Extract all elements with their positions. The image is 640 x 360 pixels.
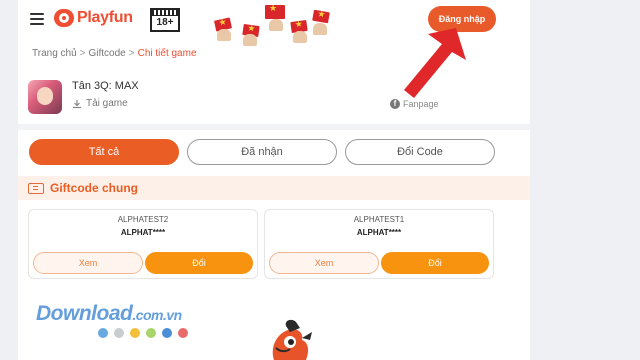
- giftcode-list: ALPHATEST2 ALPHAT**** Xem Đổi ALPHATEST1…: [28, 209, 494, 279]
- giftcode-tabs: Tất cả Đã nhận Đổi Code: [29, 139, 495, 165]
- watermark-dot: [146, 328, 156, 338]
- game-avatar: [28, 80, 62, 114]
- section-divider: [18, 124, 530, 130]
- download-label: Tải game: [86, 98, 128, 109]
- game-name: Tân 3Q: MAX: [72, 80, 139, 92]
- age-rating-text: 18+: [156, 17, 174, 28]
- menu-icon[interactable]: [30, 13, 44, 25]
- giftcode-card: ALPHATEST2 ALPHAT**** Xem Đổi: [28, 209, 258, 279]
- playfun-logo[interactable]: Playfun: [54, 9, 133, 27]
- logo-text: Playfun: [77, 9, 133, 26]
- giftcode-section-header: Giftcode chung: [18, 176, 530, 200]
- header-banner-flags: [213, 3, 333, 46]
- tab-received[interactable]: Đã nhận: [187, 139, 337, 165]
- breadcrumb-current: Chi tiết game: [137, 48, 197, 59]
- facebook-icon: f: [390, 99, 400, 109]
- playfun-logo-icon: [54, 9, 74, 27]
- redeem-button[interactable]: Đổi: [145, 252, 253, 274]
- giftcode-name: ALPHATEST1: [353, 215, 405, 224]
- download-game-link[interactable]: Tải game: [72, 98, 128, 109]
- giftcode-code: ALPHAT****: [356, 228, 402, 237]
- redeem-button[interactable]: Đổi: [381, 252, 489, 274]
- page: Playfun 18+ Đăng nhập Trang chủ>Giftcode…: [18, 0, 530, 360]
- fanpage-label: Fanpage: [403, 99, 439, 109]
- giftcode-name: ALPHATEST2: [117, 215, 169, 224]
- view-button[interactable]: Xem: [33, 252, 143, 274]
- giftcode-code: ALPHAT****: [120, 228, 166, 237]
- ticket-icon: [28, 182, 44, 194]
- tab-all[interactable]: Tất cả: [29, 139, 179, 165]
- breadcrumb-giftcode[interactable]: Giftcode: [89, 48, 126, 59]
- view-button[interactable]: Xem: [269, 252, 379, 274]
- watermark-dot: [114, 328, 124, 338]
- giftcode-card: ALPHATEST1 ALPHAT**** Xem Đổi: [264, 209, 494, 279]
- tab-redeem-code[interactable]: Đổi Code: [345, 139, 495, 165]
- download-icon: [73, 99, 81, 108]
- watermark-dots: [98, 328, 194, 338]
- age-rating-badge: 18+: [150, 8, 180, 32]
- watermark-dot: [98, 328, 108, 338]
- breadcrumb: Trang chủ > Giftcode > Chi tiết game: [32, 48, 197, 59]
- breadcrumb-home[interactable]: Trang chủ: [32, 48, 77, 59]
- download-watermark: Download.com.vn: [36, 302, 182, 325]
- section-title: Giftcode chung: [50, 181, 138, 195]
- watermark-dot: [162, 328, 172, 338]
- mascot-illustration: [272, 319, 312, 360]
- watermark-dot: [130, 328, 140, 338]
- fanpage-link[interactable]: f Fanpage: [390, 99, 439, 109]
- game-info: Tân 3Q: MAX Tải game f Fanpage: [28, 76, 520, 116]
- watermark-dot: [178, 328, 188, 338]
